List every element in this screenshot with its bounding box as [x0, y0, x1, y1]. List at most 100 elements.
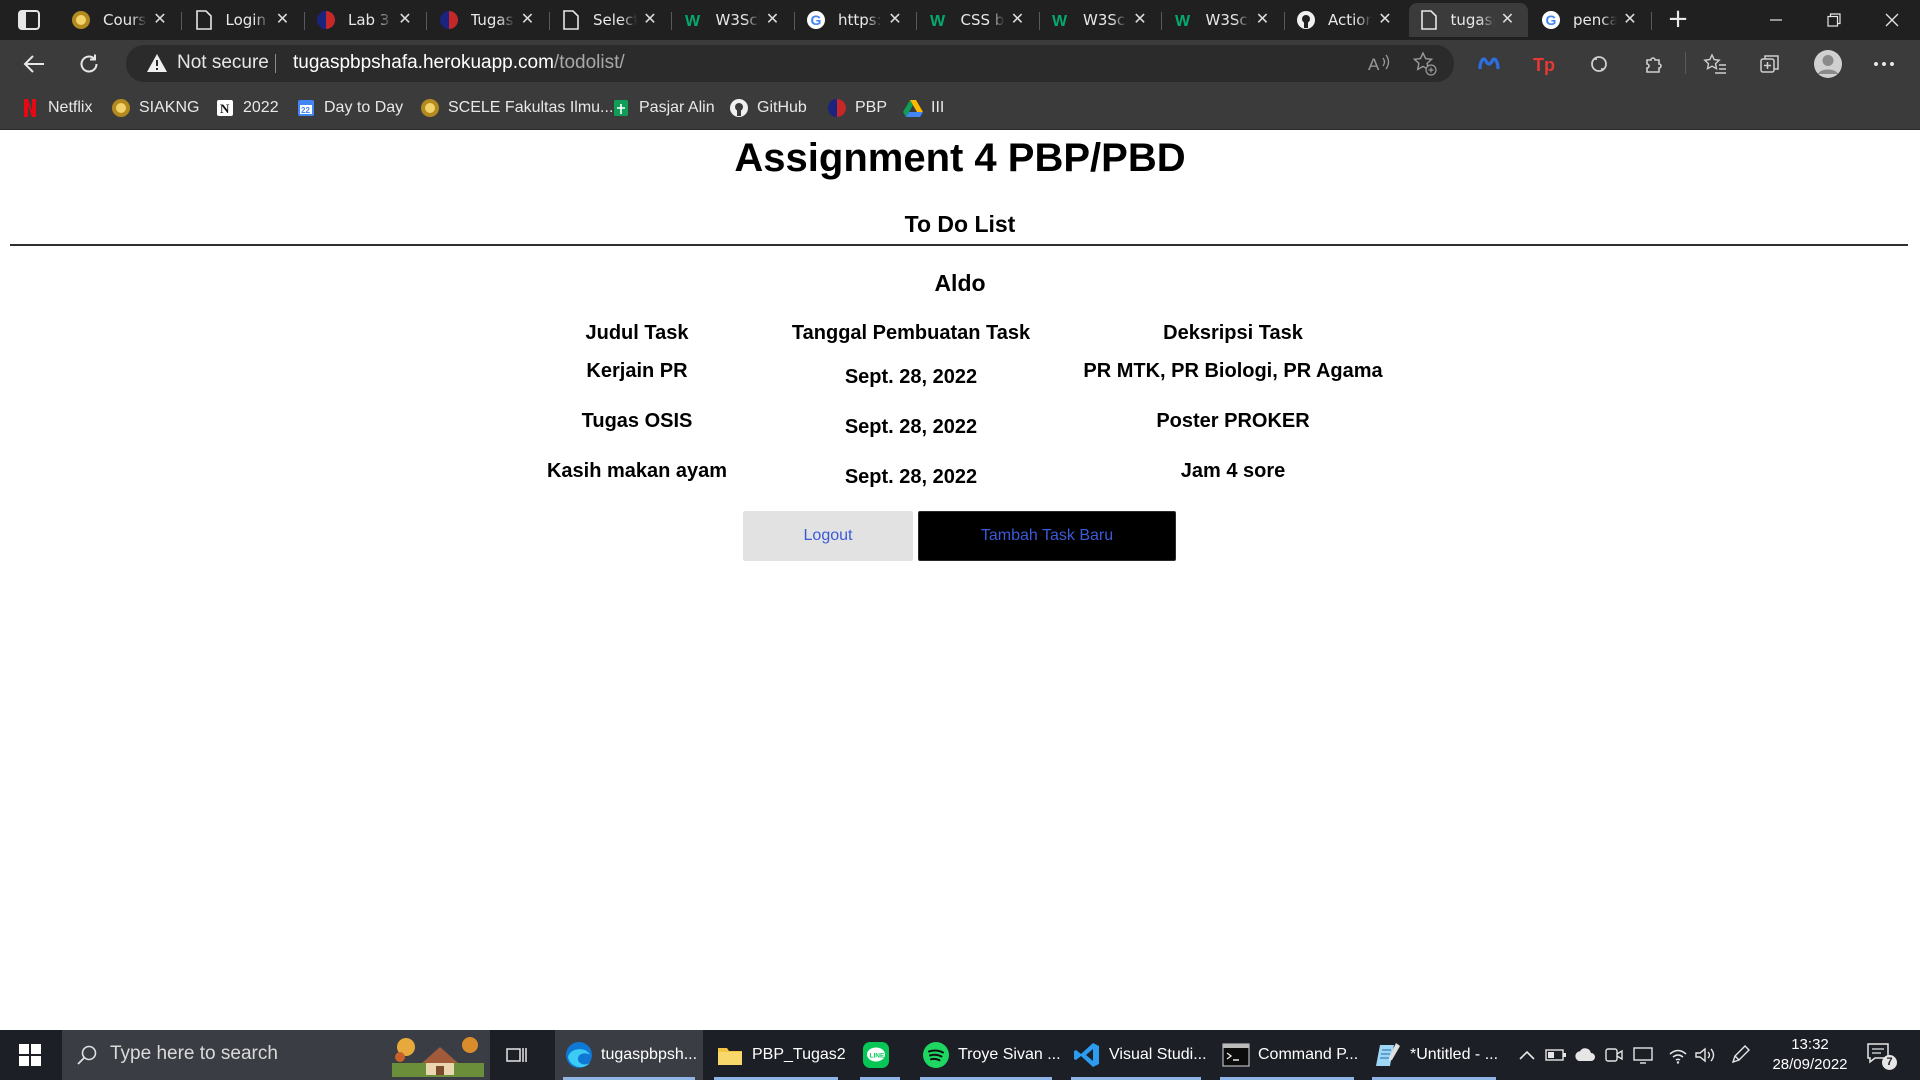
- bookmark-github[interactable]: GitHub: [729, 97, 807, 119]
- restore-button[interactable]: [1806, 0, 1862, 40]
- github-icon: [1296, 10, 1316, 30]
- tab-penca[interactable]: G penca ✕: [1531, 3, 1652, 37]
- favorites-button[interactable]: [1699, 48, 1731, 80]
- tab-lab3[interactable]: Lab 3: ✕: [306, 3, 427, 37]
- collections-button[interactable]: [1754, 48, 1786, 80]
- bookmark-netflix[interactable]: Netflix: [20, 97, 92, 119]
- tab-select[interactable]: Select ✕: [551, 3, 672, 37]
- bookmark-2022[interactable]: N 2022: [215, 97, 279, 119]
- add-task-button[interactable]: Tambah Task Baru: [918, 511, 1176, 561]
- bookmark-iii[interactable]: III: [903, 97, 944, 119]
- w3schools-icon: W: [929, 10, 949, 30]
- tab-w3schools-3[interactable]: W W3Sch ✕: [1164, 3, 1285, 37]
- sheets-icon: [611, 98, 631, 118]
- close-window-button[interactable]: [1864, 0, 1920, 40]
- taskbar-app-line[interactable]: LINE: [852, 1030, 908, 1080]
- task-date-cell: Sept. 28, 2022: [844, 466, 978, 488]
- taskbar-app-file-explorer[interactable]: PBP_Tugas2: [706, 1030, 846, 1080]
- taskbar-app-spotify[interactable]: Troye Sivan ...: [912, 1030, 1061, 1080]
- taskbar-app-label: Visual Studi...: [1109, 1046, 1207, 1063]
- close-icon[interactable]: ✕: [765, 11, 781, 27]
- taskbar-search-box[interactable]: Type here to search: [62, 1030, 490, 1080]
- tab-https[interactable]: G https:/ ✕: [796, 3, 917, 37]
- tab-actions-menu-button[interactable]: [16, 8, 42, 32]
- close-icon[interactable]: ✕: [887, 11, 903, 27]
- taskbar-app-label: tugaspbpsh...: [601, 1046, 698, 1063]
- tab-title: Action: [1328, 11, 1372, 29]
- university-crest-icon: [71, 10, 91, 30]
- extension-tp-button[interactable]: Tp: [1528, 48, 1560, 80]
- close-icon[interactable]: ✕: [275, 11, 291, 27]
- show-hidden-icons-button[interactable]: [1515, 1043, 1539, 1067]
- pbp-logo-icon: [439, 10, 459, 30]
- svg-text:22: 22: [301, 106, 310, 115]
- meet-now-tray-button[interactable]: [1602, 1043, 1626, 1067]
- pen-workspace-tray-button[interactable]: [1728, 1043, 1752, 1067]
- avatar-icon: [1814, 50, 1842, 78]
- tab-tugaspbp-active[interactable]: tugasp ✕: [1408, 3, 1528, 37]
- extension-mendeley-button[interactable]: [1473, 48, 1505, 80]
- minimize-button[interactable]: [1748, 0, 1804, 40]
- w3schools-icon: W: [684, 10, 704, 30]
- close-icon[interactable]: ✕: [1132, 11, 1148, 27]
- tab-actions[interactable]: Action ✕: [1286, 3, 1405, 37]
- bookmark-label: SIAKNG: [139, 99, 200, 116]
- taskbar-app-notepad[interactable]: *Untitled - ...: [1364, 1030, 1504, 1080]
- close-icon[interactable]: ✕: [520, 11, 536, 27]
- tab-title: W3Sch: [1205, 11, 1250, 29]
- svg-text:N: N: [220, 101, 230, 116]
- read-aloud-button[interactable]: A: [1366, 51, 1392, 77]
- address-bar[interactable]: Not secure tugaspbpshafa.herokuapp.com/t…: [126, 45, 1454, 82]
- volume-tray-button[interactable]: [1693, 1043, 1717, 1067]
- close-icon[interactable]: ✕: [642, 11, 658, 27]
- favorites-list-icon: [1703, 53, 1726, 74]
- task-title-cell: Kerjain PR: [586, 360, 688, 382]
- close-icon[interactable]: ✕: [1622, 11, 1638, 27]
- bookmark-siakng[interactable]: SIAKNG: [111, 97, 199, 119]
- tab-login[interactable]: Login ✕: [184, 3, 305, 37]
- tab-course[interactable]: Course ✕: [61, 3, 182, 37]
- new-tab-button[interactable]: +: [1664, 6, 1692, 34]
- onedrive-tray-button[interactable]: [1573, 1043, 1597, 1067]
- add-favorite-button[interactable]: [1412, 51, 1438, 77]
- taskbar-app-edge[interactable]: tugaspbpsh...: [555, 1030, 703, 1080]
- display-tray-button[interactable]: [1631, 1043, 1655, 1067]
- close-icon[interactable]: ✕: [152, 11, 168, 27]
- svg-text:G: G: [1546, 12, 1557, 28]
- wifi-tray-button[interactable]: [1666, 1043, 1690, 1067]
- task-view-button[interactable]: [505, 1043, 529, 1067]
- back-button[interactable]: [18, 48, 50, 80]
- bookmark-scele[interactable]: SCELE Fakultas Ilmu...: [420, 97, 613, 119]
- bookmark-pbp[interactable]: PBP: [827, 97, 887, 119]
- clock-date: 28/09/2022: [1772, 1056, 1848, 1073]
- github-icon: [729, 98, 749, 118]
- tab-w3schools-1[interactable]: W W3Sch ✕: [674, 3, 795, 37]
- bookmark-pasjar-alin[interactable]: Pasjar Alin: [611, 97, 715, 119]
- tab-w3schools-2[interactable]: W W3Sch ✕: [1041, 3, 1162, 37]
- taskbar-app-vscode[interactable]: Visual Studi...: [1063, 1030, 1209, 1080]
- taskbar-clock[interactable]: 13:32 28/09/2022: [1760, 1035, 1860, 1075]
- tab-css[interactable]: W CSS b ✕: [919, 3, 1040, 37]
- security-status-label[interactable]: Not secure: [177, 52, 269, 74]
- start-button[interactable]: [0, 1030, 60, 1080]
- logout-button[interactable]: Logout: [743, 511, 913, 561]
- close-icon[interactable]: ✕: [1377, 11, 1393, 27]
- close-icon[interactable]: ✕: [1010, 11, 1026, 27]
- close-icon[interactable]: ✕: [1500, 11, 1516, 27]
- extension-sync-button[interactable]: [1583, 48, 1615, 80]
- tab-title: https:/: [838, 11, 882, 29]
- refresh-button[interactable]: [73, 48, 105, 80]
- close-icon[interactable]: ✕: [1255, 11, 1271, 27]
- tab-tugas[interactable]: Tugas ✕: [429, 3, 550, 37]
- close-icon[interactable]: ✕: [397, 11, 413, 27]
- battery-tray-button[interactable]: [1544, 1043, 1568, 1067]
- url-text[interactable]: tugaspbpshafa.herokuapp.com/todolist/: [293, 52, 625, 74]
- action-center-button[interactable]: 7: [1866, 1042, 1898, 1070]
- settings-more-button[interactable]: [1868, 48, 1900, 80]
- mendeley-icon: [1478, 57, 1500, 70]
- camera-icon: [1605, 1048, 1623, 1062]
- profile-button[interactable]: [1812, 48, 1844, 80]
- taskbar-app-command-prompt[interactable]: Command P...: [1212, 1030, 1362, 1080]
- extensions-button[interactable]: [1638, 48, 1670, 80]
- bookmark-day-to-day[interactable]: 22 Day to Day: [296, 97, 403, 119]
